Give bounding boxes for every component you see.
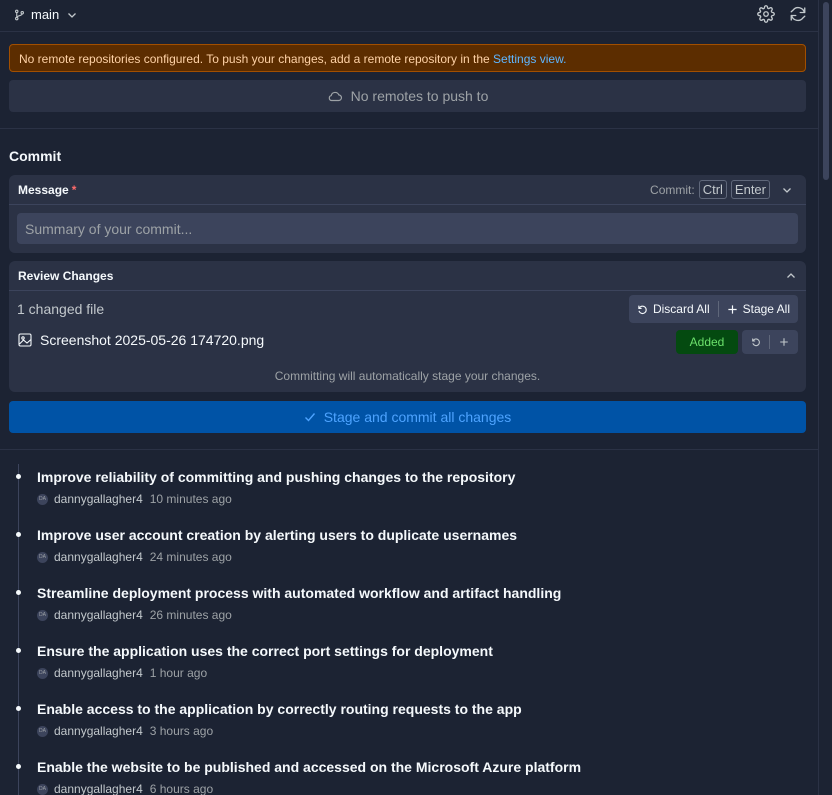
commit-title: Improve user account creation by alertin… — [37, 527, 518, 543]
no-remote-warning: No remote repositories configured. To pu… — [9, 44, 806, 72]
commit-heading: Commit — [9, 148, 62, 164]
auto-stage-note: Committing will automatically stage your… — [274, 369, 541, 383]
avatar: DA — [37, 609, 48, 621]
commit-item[interactable]: Improve user account creation by alertin… — [0, 508, 818, 564]
commit-shortcut: Commit: Ctrl Enter — [650, 180, 792, 199]
top-bar: main — [0, 0, 818, 30]
commit-title: Improve reliability of committing and pu… — [37, 469, 516, 485]
commit-author: dannygallagher4 — [54, 724, 143, 738]
stage-and-commit-button[interactable]: Stage and commit all changes — [9, 401, 806, 433]
commit-dot — [16, 706, 21, 711]
commit-author: dannygallagher4 — [54, 550, 143, 564]
branch-selector[interactable]: main — [14, 7, 77, 22]
vertical-scrollbar[interactable] — [818, 0, 832, 795]
commit-time: 3 hours ago — [149, 724, 214, 738]
review-changes-header[interactable]: Review Changes — [9, 261, 806, 291]
undo-icon — [638, 305, 647, 314]
stage-and-commit-label: Stage and commit all changes — [323, 409, 512, 425]
changed-file-count: 1 changed file — [17, 301, 105, 317]
commit-time: 1 hour ago — [149, 666, 208, 680]
chevron-up-icon[interactable] — [786, 271, 796, 281]
stage-all-button[interactable]: Stage All — [719, 295, 798, 323]
stage-file-button[interactable] — [770, 330, 797, 354]
sync-button[interactable] — [789, 5, 807, 23]
file-name: Screenshot 2025-05-26 174720.png — [40, 332, 265, 348]
commit-meta: DA dannygallagher4 3 hours ago — [37, 724, 213, 738]
commit-title: Streamline deployment process with autom… — [37, 585, 562, 601]
commit-item[interactable]: Improve reliability of committing and pu… — [0, 450, 818, 506]
commit-item[interactable]: Streamline deployment process with autom… — [0, 566, 818, 622]
commit-time: 10 minutes ago — [149, 492, 232, 506]
image-file-icon — [18, 333, 32, 347]
commit-item[interactable]: Enable access to the application by corr… — [0, 682, 818, 738]
check-icon — [304, 413, 315, 422]
file-status-badge: Added — [676, 330, 738, 354]
avatar: DA — [37, 725, 48, 737]
commit-meta: DA dannygallagher4 6 hours ago — [37, 782, 213, 795]
commit-dot — [16, 532, 21, 537]
review-changes-card: Review Changes 1 changed file Discard Al… — [9, 261, 806, 392]
undo-icon — [751, 338, 760, 347]
commit-time: 24 minutes ago — [149, 550, 232, 564]
cloud-icon — [328, 91, 342, 102]
warning-text: No remote repositories configured. To pu… — [19, 52, 494, 66]
push-button: No remotes to push to — [9, 80, 806, 112]
commit-history: Improve reliability of committing and pu… — [0, 450, 818, 795]
file-actions — [742, 330, 798, 354]
plus-icon — [728, 304, 737, 314]
commit-author: dannygallagher4 — [54, 608, 143, 622]
commit-time: 6 hours ago — [149, 782, 214, 795]
branch-name: main — [31, 7, 60, 22]
review-changes-label: Review Changes — [18, 269, 114, 283]
divider — [0, 31, 818, 32]
commit-message-card: Message * Commit: Ctrl Enter — [9, 175, 806, 253]
bulk-actions: Discard All Stage All — [628, 295, 798, 323]
message-label: Message * — [18, 183, 77, 197]
discard-all-button[interactable]: Discard All — [629, 295, 718, 323]
plus-icon — [779, 338, 788, 346]
key-ctrl: Ctrl — [698, 180, 727, 199]
commit-meta: DA dannygallagher4 26 minutes ago — [37, 608, 232, 622]
stage-all-label: Stage All — [742, 302, 790, 316]
push-label: No remotes to push to — [350, 88, 489, 104]
refresh-icon — [790, 6, 806, 22]
commit-title: Ensure the application uses the correct … — [37, 643, 493, 659]
avatar: DA — [37, 667, 48, 679]
commit-meta: DA dannygallagher4 1 hour ago — [37, 666, 207, 680]
shortcut-label: Commit: — [650, 182, 695, 197]
git-branch-icon — [15, 9, 24, 20]
required-asterisk: * — [71, 183, 77, 197]
settings-view-link[interactable]: Settings view. — [493, 52, 566, 66]
commit-meta: DA dannygallagher4 24 minutes ago — [37, 550, 232, 564]
chevron-down-icon[interactable] — [782, 185, 792, 195]
commit-author: dannygallagher4 — [54, 782, 143, 795]
commit-dot — [16, 590, 21, 595]
chevron-down-icon — [68, 12, 77, 18]
commit-author: dannygallagher4 — [54, 492, 143, 506]
settings-button[interactable] — [757, 5, 775, 23]
commit-meta: DA dannygallagher4 10 minutes ago — [37, 492, 232, 506]
scrollbar-thumb[interactable] — [823, 2, 829, 180]
commit-message-input[interactable] — [17, 213, 798, 244]
discard-file-button[interactable] — [742, 330, 769, 354]
gear-icon — [757, 5, 775, 23]
avatar: DA — [37, 551, 48, 563]
commit-time: 26 minutes ago — [149, 608, 232, 622]
changed-file-row[interactable]: Screenshot 2025-05-26 174720.png Added — [17, 330, 798, 356]
commit-dot — [16, 764, 21, 769]
avatar: DA — [37, 783, 48, 795]
commit-message-header: Message * Commit: Ctrl Enter — [9, 175, 806, 205]
commit-dot — [16, 648, 21, 653]
commit-item[interactable]: Enable the website to be published and a… — [0, 740, 818, 795]
key-enter: Enter — [730, 180, 770, 199]
avatar: DA — [37, 493, 48, 505]
commit-dot — [16, 474, 21, 479]
commit-title: Enable the website to be published and a… — [37, 759, 582, 775]
divider — [0, 128, 818, 129]
commit-item[interactable]: Ensure the application uses the correct … — [0, 624, 818, 680]
discard-all-label: Discard All — [652, 302, 710, 316]
commit-author: dannygallagher4 — [54, 666, 143, 680]
commit-title: Enable access to the application by corr… — [37, 701, 522, 717]
git-panel: main No remote repositories configured. … — [0, 0, 818, 795]
